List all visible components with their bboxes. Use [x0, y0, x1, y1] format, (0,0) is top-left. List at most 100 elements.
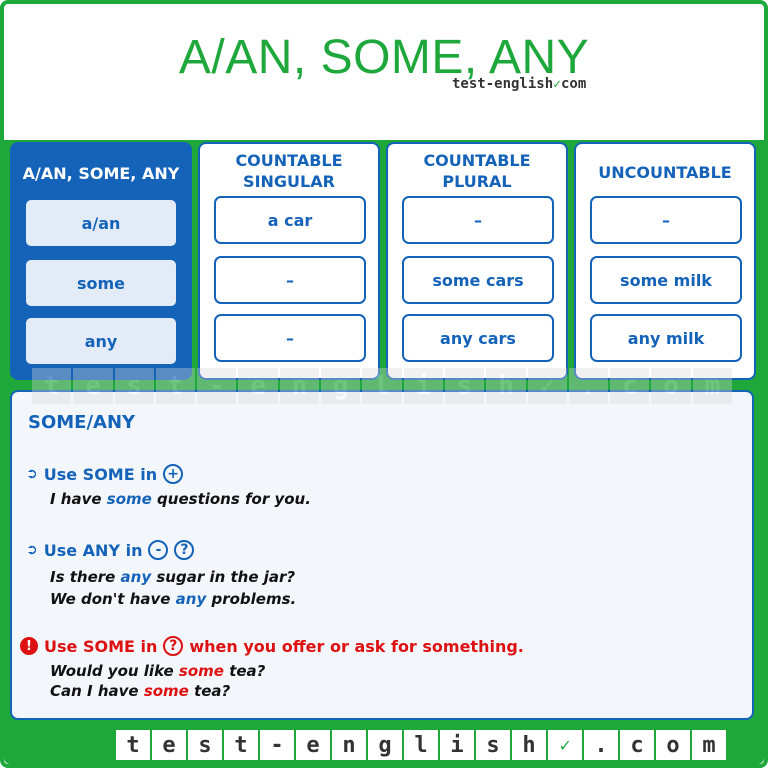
brand-letter: i — [440, 730, 474, 760]
brand-letter: l — [404, 730, 438, 760]
brand-letter: s — [444, 368, 485, 404]
warning-icon: ! — [20, 637, 38, 655]
example-sentence: Can I have some tea? — [50, 682, 230, 700]
brand-letter: m — [692, 368, 733, 404]
column-header: COUNTABLE PLURAL — [388, 150, 566, 192]
brand-letter: - — [260, 730, 294, 760]
example-sentence: Is there any sugar in the jar? — [50, 568, 295, 586]
page-title: A/AN, SOME, ANY — [178, 31, 590, 84]
brand-letter: h — [512, 730, 546, 760]
brand-letter: o — [656, 730, 690, 760]
brand-letter: s — [188, 730, 222, 760]
rule-text: when you offer or ask for something. — [189, 636, 524, 656]
example-sentence: I have some questions for you. — [50, 490, 311, 508]
cell: – — [214, 314, 366, 362]
rule-text: Use ANY in — [43, 540, 143, 560]
brand-letter: g — [321, 368, 361, 404]
example-text: We don't have — [50, 590, 176, 608]
brand-letter: s — [476, 730, 510, 760]
minus-icon: - — [148, 540, 169, 560]
cell: any cars — [402, 314, 554, 362]
brand-letter: e — [296, 730, 330, 760]
brand-letter: m — [692, 730, 726, 760]
brand-letter: . — [568, 368, 609, 404]
example-highlight: some — [143, 682, 189, 700]
brand-letter: - — [197, 368, 237, 404]
example-text: tea? — [223, 662, 266, 680]
column-header: UNCOUNTABLE — [598, 163, 732, 182]
example-text: sugar in the jar? — [151, 568, 296, 586]
brand-letter: n — [279, 368, 320, 404]
example-text: Is there — [50, 568, 121, 586]
watermark: t e s t - e n g l i s h ✓. c o m — [32, 368, 733, 404]
example-text: problems. — [206, 590, 297, 608]
brand-letter: c — [610, 368, 650, 404]
arrow-icon: ➲ — [26, 466, 38, 482]
column-header-line1: COUNTABLE — [423, 151, 531, 170]
row-label-any: any — [26, 318, 176, 364]
column-header: COUNTABLE SINGULAR — [200, 150, 378, 192]
brand-letter: . — [584, 730, 618, 760]
cell: – — [402, 196, 554, 244]
arrow-icon: ➲ — [26, 542, 38, 558]
brand-logo-small: test-english✓com — [452, 76, 586, 92]
rule-some-positive: ➲ Use SOME in + — [26, 464, 184, 484]
brand-letter: t — [116, 730, 150, 760]
plus-icon: + — [163, 464, 184, 484]
check-icon: ✓ — [553, 77, 561, 92]
panel-title: SOME/ANY — [28, 412, 136, 433]
cell: any milk — [590, 314, 742, 362]
rule-text: Use SOME in — [43, 464, 158, 484]
cell: some cars — [402, 256, 554, 304]
row-label-a-an: a/an — [26, 200, 176, 246]
brand-suffix: com — [560, 76, 587, 92]
cell: some milk — [590, 256, 742, 304]
brand-letter: i — [403, 368, 443, 404]
brand-letter: c — [620, 730, 654, 760]
brand-letter: e — [238, 368, 278, 404]
brand-letter: s — [114, 368, 154, 404]
example-text: I have — [50, 490, 107, 508]
example-highlight: some — [106, 490, 152, 508]
explanation-panel: SOME/ANY ➲ Use SOME in + I have some que… — [10, 390, 754, 720]
example-text: Would you like — [50, 662, 179, 680]
example-highlight: some — [178, 662, 224, 680]
column-uncountable: UNCOUNTABLE – some milk any milk — [574, 142, 756, 380]
brand-letter: e — [73, 368, 113, 404]
example-text: Can I have — [50, 682, 144, 700]
brand-letter: e — [152, 730, 186, 760]
example-text: questions for you. — [151, 490, 311, 508]
example-text: tea? — [188, 682, 231, 700]
question-icon: ? — [174, 540, 195, 560]
brand-letter: t — [32, 368, 72, 404]
brand-letter: t — [224, 730, 258, 760]
check-icon: ✓ — [548, 730, 582, 760]
brand-text: test-english — [452, 76, 554, 92]
brand-letter: l — [362, 368, 402, 404]
example-sentence: Would you like some tea? — [50, 662, 265, 680]
brand-letter: t — [155, 368, 196, 404]
column-countable-plural: COUNTABLE PLURAL – some cars any cars — [386, 142, 568, 380]
rule-some-offer: ! Use SOME in ? when you offer or ask fo… — [20, 636, 524, 656]
brand-strip: t e s t - e n g l i s h ✓. c o m — [116, 730, 726, 760]
main-header: A/AN, SOME, ANY — [22, 164, 180, 183]
rule-any-negative-question: ➲ Use ANY in - ? — [26, 540, 195, 560]
row-label-some: some — [26, 260, 176, 306]
column-countable-singular: COUNTABLE SINGULAR a car – – — [198, 142, 380, 380]
check-icon: ✓ — [527, 368, 567, 404]
brand-letter: g — [368, 730, 402, 760]
brand-letter: o — [651, 368, 691, 404]
example-sentence: We don't have any problems. — [50, 590, 296, 608]
question-icon: ? — [163, 636, 184, 656]
example-highlight: any — [120, 568, 152, 586]
column-header-line1: COUNTABLE — [235, 151, 343, 170]
cell: a car — [214, 196, 366, 244]
row-label-column: A/AN, SOME, ANY a/an some any — [10, 142, 192, 380]
rule-text: Use SOME in — [44, 636, 158, 656]
column-header-line2: PLURAL — [442, 172, 512, 191]
cell: – — [214, 256, 366, 304]
cell: – — [590, 196, 742, 244]
brand-letter: h — [486, 368, 526, 404]
example-highlight: any — [175, 590, 207, 608]
brand-letter: n — [332, 730, 366, 760]
